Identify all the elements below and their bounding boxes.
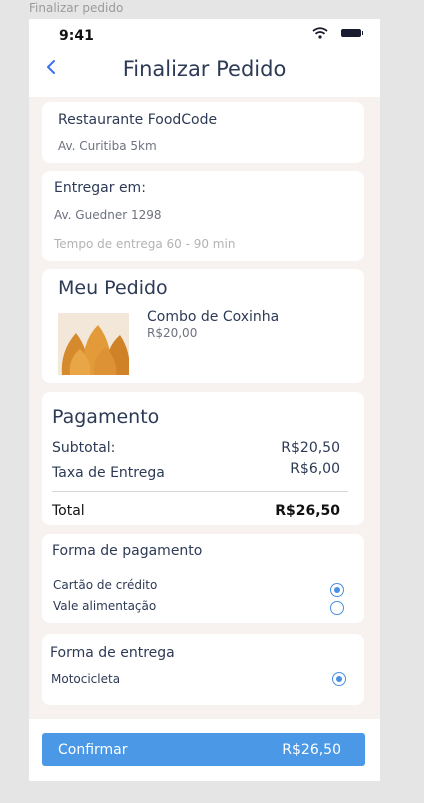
restaurant-card: Restaurante FoodCode Av. Curitiba 5km <box>42 102 364 163</box>
total-value: R$26,50 <box>275 503 340 519</box>
restaurant-name: Restaurante FoodCode <box>58 112 218 128</box>
option-meal-voucher-label: Vale alimentação <box>53 599 157 613</box>
delivery-method-title: Forma de entrega <box>50 645 175 661</box>
delivery-method-card: Forma de entrega Motocicleta <box>42 634 364 705</box>
frame-label: Finalizar pedido <box>29 1 124 15</box>
confirm-total: R$26,50 <box>282 742 341 758</box>
payment-summary-card: Pagamento Subtotal: R$20,50 Taxa de Entr… <box>42 392 364 525</box>
radio-credit-card[interactable] <box>330 583 344 597</box>
wifi-icon <box>312 27 328 39</box>
payment-method-card: Forma de pagamento Cartão de crédito Val… <box>42 534 364 623</box>
delivery-address-card: Entregar em: Av. Guedner 1298 Tempo de e… <box>42 171 364 261</box>
battery-icon <box>341 29 363 37</box>
status-time: 9:41 <box>59 28 94 44</box>
phone-screen: 9:41 Finalizar Pedido Restaurante FoodCo… <box>29 19 380 781</box>
restaurant-address: Av. Curitiba 5km <box>58 139 157 153</box>
radio-meal-voucher[interactable] <box>330 601 344 615</box>
radio-motorcycle[interactable] <box>332 672 346 686</box>
item-price: R$20,00 <box>147 326 198 340</box>
order-title: Meu Pedido <box>58 277 168 299</box>
subtotal-label: Subtotal: <box>52 440 116 456</box>
subtotal-value: R$20,50 <box>281 440 340 456</box>
order-card: Meu Pedido Combo de Coxinha R$20,00 <box>42 269 364 383</box>
divider <box>52 491 348 492</box>
total-label: Total <box>52 503 85 519</box>
coxinha-photo <box>58 313 129 375</box>
delivery-address: Av. Guedner 1298 <box>54 208 162 222</box>
confirm-button[interactable]: Confirmar R$26,50 <box>42 733 365 766</box>
item-name: Combo de Coxinha <box>147 309 280 325</box>
delivery-time: Tempo de entrega 60 - 90 min <box>54 237 236 251</box>
fee-value: R$6,00 <box>290 461 340 477</box>
option-credit-card-label: Cartão de crédito <box>53 578 158 592</box>
option-motorcycle-label: Motocicleta <box>51 672 121 686</box>
payment-method-title: Forma de pagamento <box>52 543 203 559</box>
fee-label: Taxa de Entrega <box>52 465 165 481</box>
bottom-bar: Confirmar R$26,50 <box>29 719 380 781</box>
payment-title: Pagamento <box>52 406 160 428</box>
page-title: Finalizar Pedido <box>122 57 287 81</box>
confirm-label: Confirmar <box>58 742 128 758</box>
header: 9:41 Finalizar Pedido <box>29 19 380 97</box>
delivery-label: Entregar em: <box>54 180 146 196</box>
